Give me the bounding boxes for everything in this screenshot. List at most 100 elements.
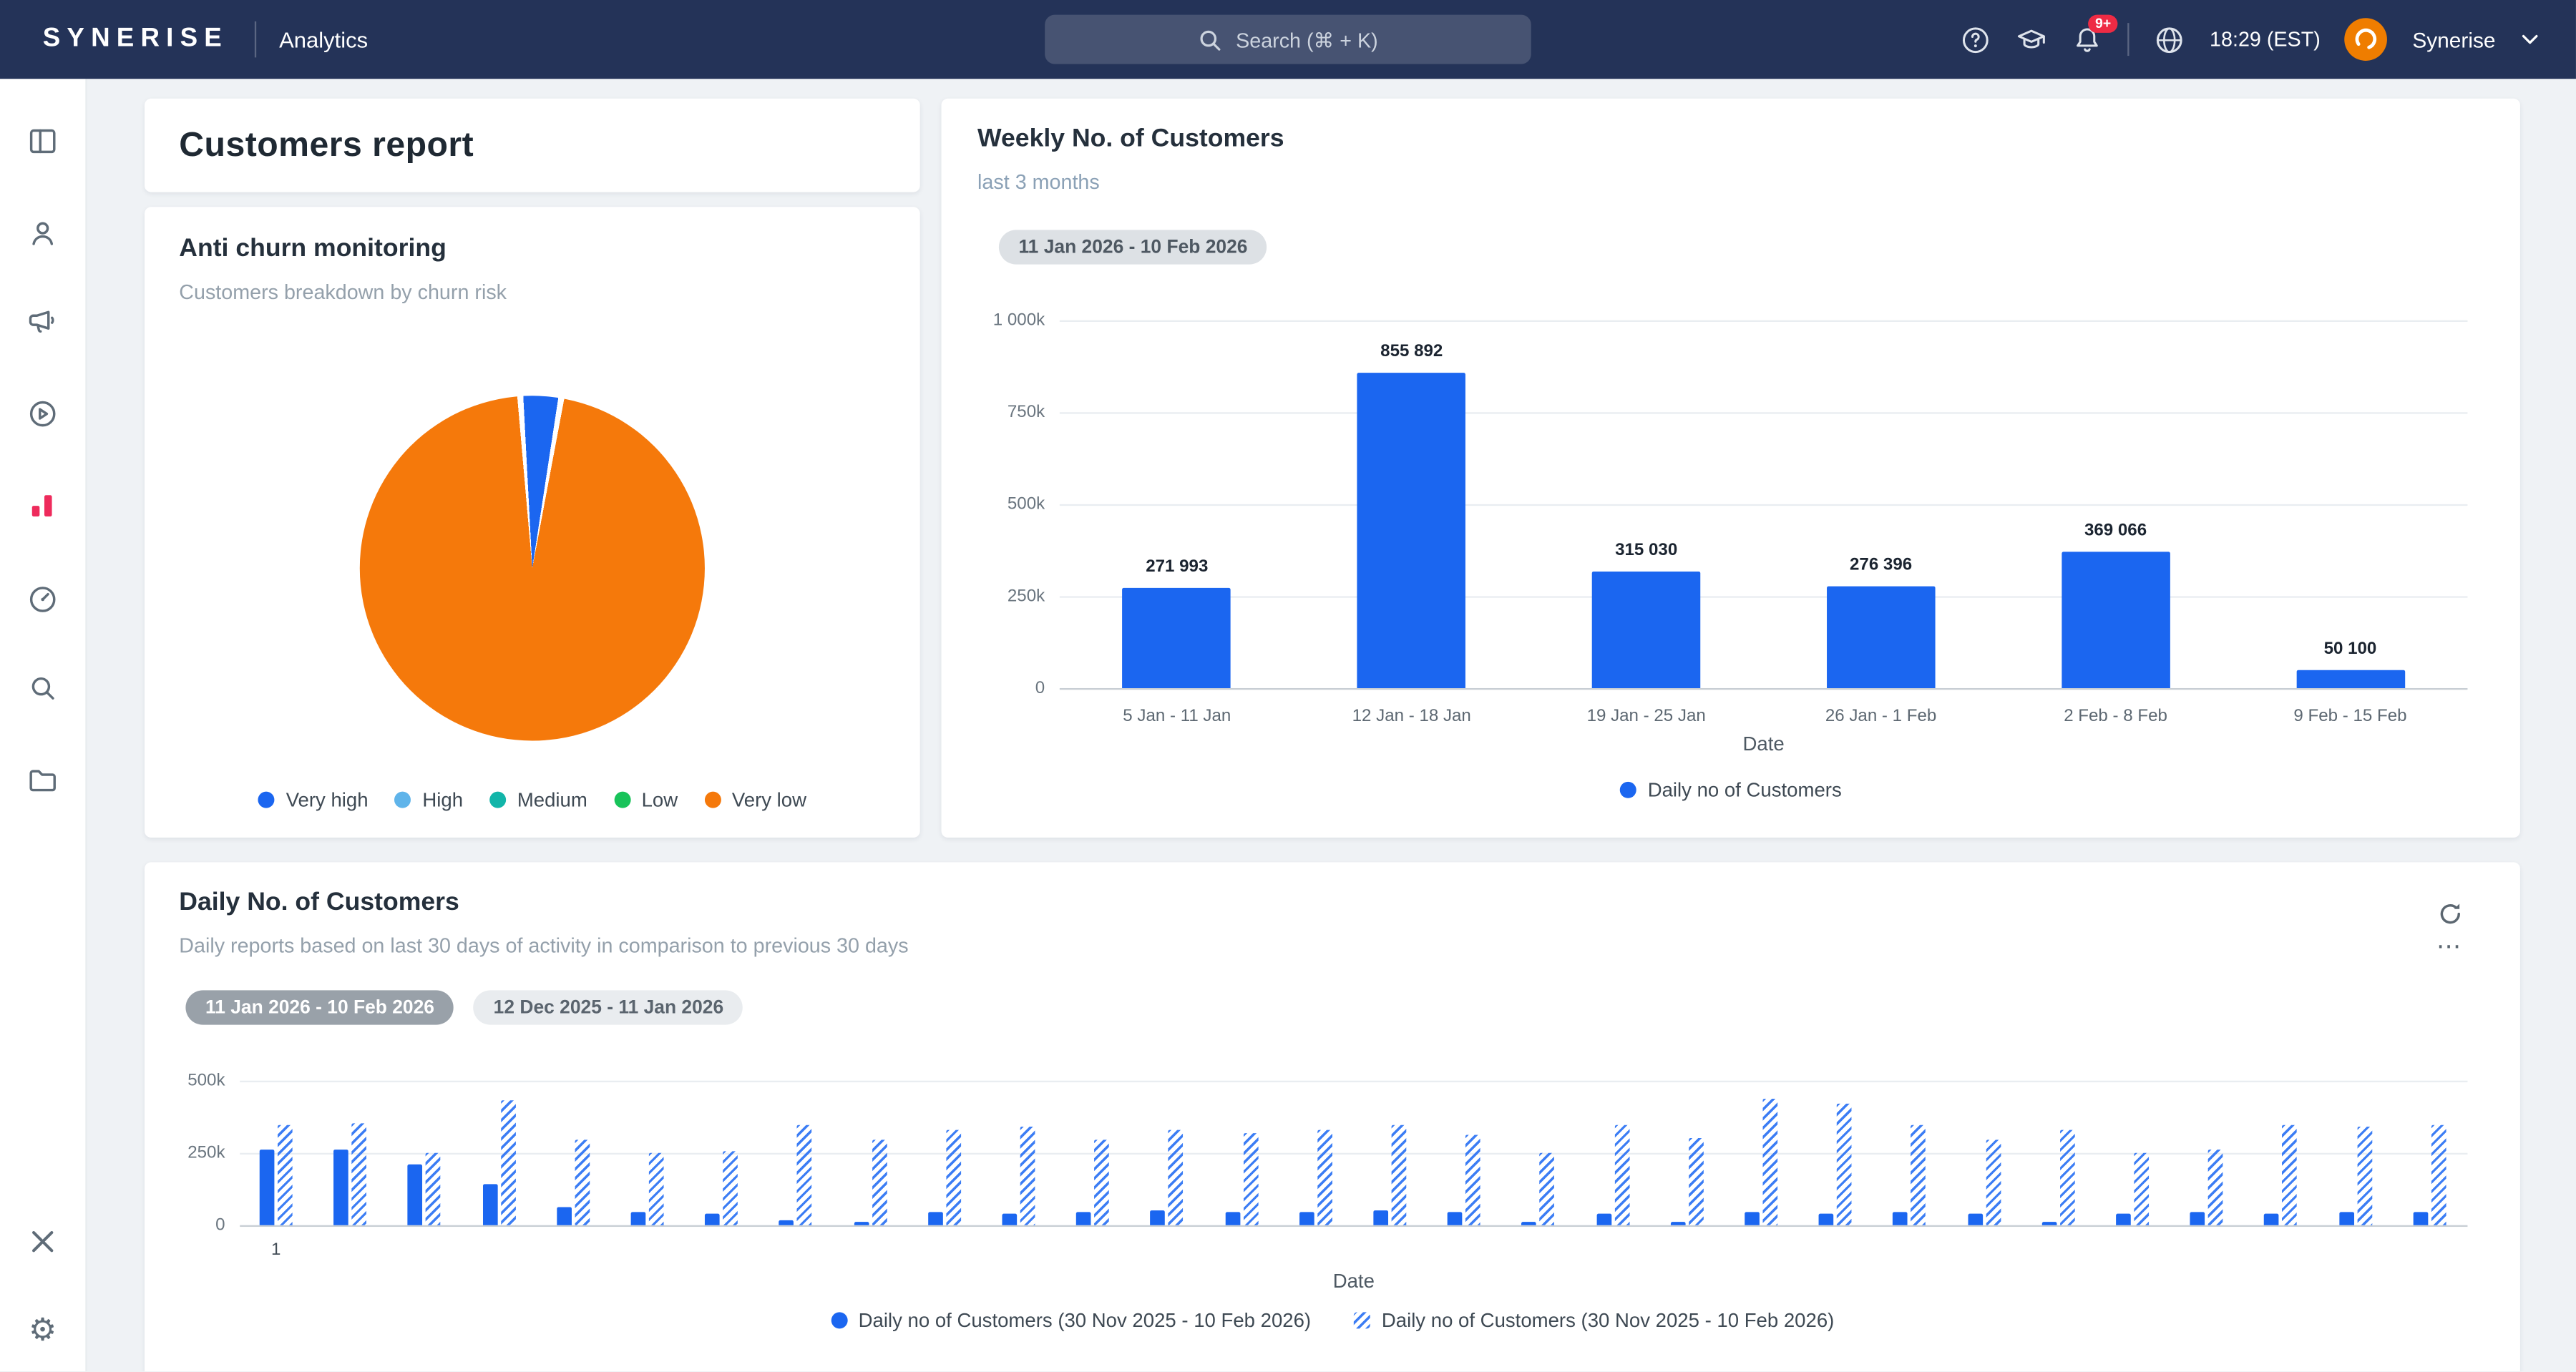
daily-bar-solid[interactable] [1299, 1212, 1314, 1225]
daily-bar-solid[interactable] [1225, 1212, 1240, 1225]
sidebar-item-dashboard[interactable] [26, 124, 59, 157]
daily-bar-hatched[interactable] [946, 1130, 961, 1225]
daily-bar-hatched[interactable] [797, 1125, 812, 1225]
sidebar-item-search[interactable] [26, 672, 59, 705]
legend-item[interactable]: Daily no of Customers [1620, 778, 1842, 801]
weekly-bar[interactable] [1592, 572, 1701, 688]
legend-item[interactable]: Medium [489, 788, 587, 811]
account-menu-button[interactable] [2520, 24, 2540, 55]
global-search-input[interactable]: Search (⌘ + K) [1045, 15, 1531, 64]
daily-bar-solid[interactable] [1819, 1214, 1834, 1225]
legend-item[interactable]: High [394, 788, 463, 811]
daily-bar-hatched[interactable] [1763, 1098, 1778, 1225]
weekly-bar[interactable] [1357, 373, 1466, 688]
daily-bar-hatched[interactable] [426, 1152, 441, 1225]
daily-bar-solid[interactable] [631, 1212, 646, 1225]
daily-bar-hatched[interactable] [278, 1125, 293, 1225]
daily-bar-hatched[interactable] [2283, 1125, 2298, 1225]
daily-bar-hatched[interactable] [1986, 1140, 2001, 1225]
daily-bar-hatched[interactable] [2208, 1150, 2223, 1225]
daily-bar-hatched[interactable] [575, 1140, 590, 1225]
sidebar-item-communication[interactable] [26, 305, 59, 338]
daily-bar-hatched[interactable] [500, 1101, 515, 1225]
daily-bar-solid[interactable] [2338, 1212, 2353, 1225]
daily-bar-hatched[interactable] [1392, 1125, 1407, 1225]
daily-bar-solid[interactable] [1968, 1213, 1983, 1225]
academy-button[interactable] [2016, 24, 2047, 55]
daily-bar-solid[interactable] [1670, 1222, 1685, 1225]
daily-bar-hatched[interactable] [352, 1124, 367, 1225]
weekly-bar[interactable] [2062, 552, 2170, 688]
sidebar-item-tools[interactable] [26, 1225, 59, 1258]
daily-bar-hatched[interactable] [2431, 1124, 2446, 1225]
daily-bar-solid[interactable] [1745, 1212, 1760, 1225]
daily-bar-hatched[interactable] [1169, 1130, 1184, 1225]
sidebar-item-assets[interactable] [26, 764, 59, 797]
daily-bar-solid[interactable] [557, 1207, 572, 1225]
daily-bar-solid[interactable] [1596, 1213, 1611, 1225]
sidebar-item-automation[interactable] [26, 398, 59, 431]
weekly-bar[interactable] [1827, 587, 1936, 688]
daily-bar-solid[interactable] [1893, 1212, 1908, 1225]
synerise-logo[interactable]: synerise [43, 24, 228, 54]
daily-bar-hatched[interactable] [872, 1140, 887, 1225]
daily-bar-solid[interactable] [2041, 1222, 2057, 1225]
daily-bar-hatched[interactable] [2134, 1152, 2149, 1225]
daily-bar-hatched[interactable] [723, 1152, 738, 1225]
daily-bar-solid[interactable] [2116, 1214, 2131, 1225]
daily-bar-hatched[interactable] [2060, 1130, 2075, 1225]
weekly-bar[interactable] [2296, 670, 2405, 688]
sidebar-item-profiles[interactable] [26, 217, 59, 250]
churn-pie[interactable] [360, 396, 705, 740]
daily-date-chip-current[interactable]: 11 Jan 2026 - 10 Feb 2026 [185, 990, 454, 1024]
legend-item[interactable]: Very low [704, 788, 806, 811]
daily-bar-hatched[interactable] [1911, 1124, 1926, 1225]
daily-bar-solid[interactable] [482, 1185, 497, 1225]
sidebar-item-data[interactable] [26, 583, 59, 616]
daily-bar-solid[interactable] [854, 1222, 869, 1225]
daily-bar-solid[interactable] [1522, 1221, 1537, 1225]
daily-bar-solid[interactable] [2265, 1213, 2280, 1225]
daily-bar-solid[interactable] [408, 1165, 423, 1225]
daily-bar-solid[interactable] [1076, 1212, 1091, 1225]
weekly-date-range-chip[interactable]: 11 Jan 2026 - 10 Feb 2026 [999, 230, 1267, 264]
daily-bar-solid[interactable] [333, 1150, 348, 1225]
more-options-button[interactable]: ⋯ [2435, 931, 2464, 961]
daily-bar-hatched[interactable] [1317, 1130, 1332, 1225]
legend-item[interactable]: Daily no of Customers (30 Nov 2025 - 10 … [831, 1309, 1312, 1332]
legend-item[interactable]: Daily no of Customers (30 Nov 2025 - 10 … [1354, 1309, 1835, 1332]
daily-bar-hatched[interactable] [1465, 1135, 1480, 1225]
sidebar-item-settings[interactable]: ⚙ [26, 1314, 59, 1347]
legend-item[interactable]: Very high [258, 788, 369, 811]
daily-bar-solid[interactable] [1151, 1211, 1166, 1225]
daily-bar-hatched[interactable] [1689, 1139, 1704, 1225]
daily-bar-solid[interactable] [1448, 1212, 1463, 1225]
gridline [240, 1225, 2467, 1227]
daily-bar-hatched[interactable] [1614, 1125, 1629, 1225]
legend-item[interactable]: Low [614, 788, 678, 811]
daily-bar-solid[interactable] [2413, 1212, 2428, 1225]
daily-bar-solid[interactable] [2190, 1212, 2205, 1225]
daily-bar-solid[interactable] [1373, 1211, 1388, 1225]
daily-bar-hatched[interactable] [1243, 1132, 1258, 1225]
daily-bar-solid[interactable] [705, 1213, 720, 1225]
daily-bar-hatched[interactable] [1837, 1104, 1852, 1225]
daily-bar-hatched[interactable] [1540, 1152, 1555, 1225]
help-button[interactable] [1960, 24, 1991, 55]
daily-bar-hatched[interactable] [649, 1153, 664, 1225]
weekly-bar[interactable] [1123, 588, 1231, 688]
daily-bar-solid[interactable] [928, 1211, 943, 1225]
sidebar-item-analytics[interactable] [26, 489, 59, 522]
refresh-button[interactable] [2435, 898, 2464, 928]
daily-bar-hatched[interactable] [1020, 1127, 1035, 1225]
daily-date-chip-previous[interactable]: 12 Dec 2025 - 11 Jan 2026 [474, 990, 743, 1024]
daily-bar-solid[interactable] [260, 1150, 275, 1225]
daily-bar-hatched[interactable] [2357, 1127, 2372, 1225]
account-name[interactable]: Synerise [2412, 27, 2495, 52]
daily-bar-solid[interactable] [1002, 1213, 1017, 1225]
daily-bar-hatched[interactable] [1095, 1140, 1110, 1225]
notifications-button[interactable]: 9+ [2072, 24, 2103, 55]
account-avatar[interactable] [2345, 18, 2388, 61]
daily-bar-solid[interactable] [779, 1221, 794, 1225]
timezone-button[interactable] [2154, 24, 2185, 55]
